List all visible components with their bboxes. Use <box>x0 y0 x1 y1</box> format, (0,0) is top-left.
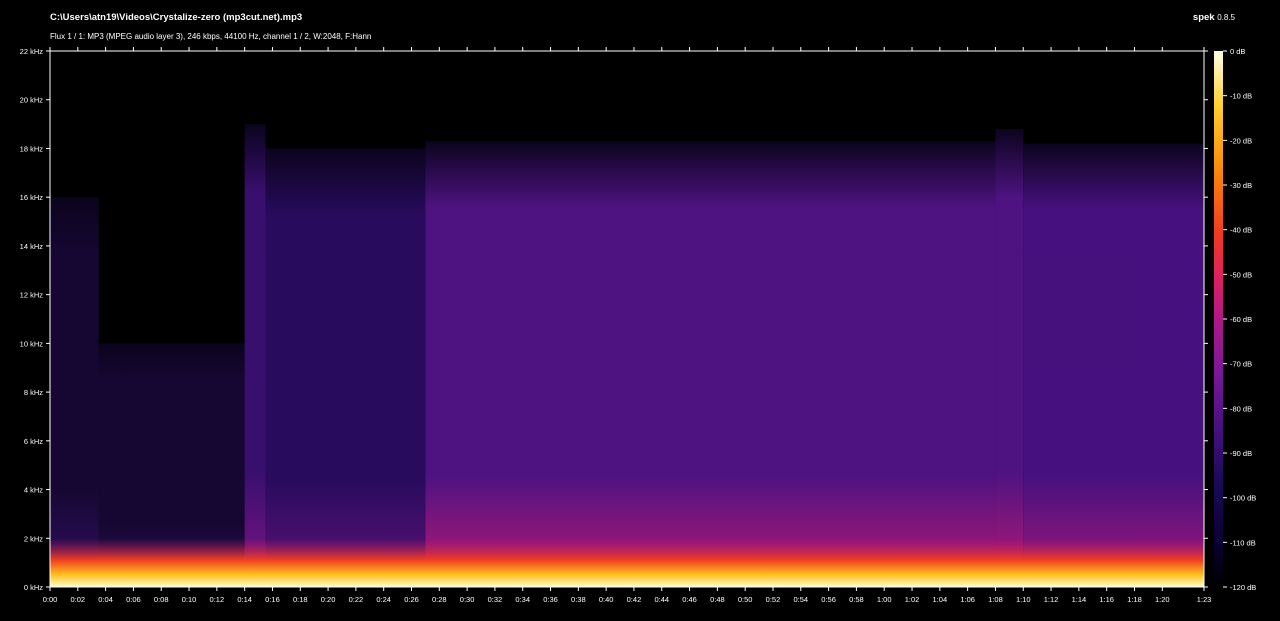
colorbar-tick-label: -10 dB <box>1230 92 1252 101</box>
x-tick-label: 0:50 <box>738 595 753 604</box>
x-tick-label: 0:36 <box>543 595 558 604</box>
y-tick-label: 2 kHz <box>24 534 43 543</box>
x-tick-label: 0:54 <box>793 595 808 604</box>
x-tick-label: 0:30 <box>460 595 475 604</box>
x-tick-label: 0:20 <box>321 595 336 604</box>
spectral-region <box>995 128 1024 588</box>
x-tick-label: 1:02 <box>905 595 920 604</box>
y-tick-label: 8 kHz <box>24 388 43 397</box>
colorbar-tick-label: -20 dB <box>1230 136 1252 145</box>
x-tick-label: 0:26 <box>404 595 419 604</box>
spectral-region <box>425 141 996 588</box>
colorbar-tick-label: -40 dB <box>1230 226 1252 235</box>
x-tick-label: 0:02 <box>71 595 86 604</box>
colorbar-tick-label: 0 dB <box>1230 47 1245 56</box>
x-tick-label: 0:06 <box>126 595 141 604</box>
x-tick-label: 0:34 <box>515 595 530 604</box>
y-tick-label: 6 kHz <box>24 437 43 446</box>
spectral-region <box>244 124 266 587</box>
y-tick-label: 18 kHz <box>20 144 44 153</box>
x-tick-label: 1:18 <box>1127 595 1142 604</box>
y-tick-label: 10 kHz <box>20 339 44 348</box>
x-tick-label: 1:10 <box>1016 595 1031 604</box>
y-tick-label: 16 kHz <box>20 193 44 202</box>
x-tick-label: 0:58 <box>849 595 864 604</box>
y-tick-label: 4 kHz <box>24 486 43 495</box>
x-tick-label: 0:32 <box>488 595 503 604</box>
x-tick-label: 0:00 <box>43 595 58 604</box>
y-tick-label: 22 kHz <box>20 47 44 56</box>
x-tick-label: 0:18 <box>293 595 308 604</box>
spectral-region <box>1023 143 1204 587</box>
colorbar-tick-label: -120 dB <box>1230 583 1256 592</box>
x-tick-label: 1:12 <box>1044 595 1059 604</box>
x-tick-label: 0:04 <box>98 595 113 604</box>
x-tick-label: 1:06 <box>960 595 975 604</box>
colorbar-tick-label: -110 dB <box>1230 538 1256 547</box>
y-tick-label: 20 kHz <box>20 96 44 105</box>
dominant-band <box>50 538 1204 587</box>
x-tick-label: 1:16 <box>1099 595 1114 604</box>
x-tick-label: 0:46 <box>682 595 697 604</box>
x-tick-label: 0:52 <box>766 595 781 604</box>
x-tick-label: 1:00 <box>877 595 892 604</box>
x-tick-label: 0:12 <box>210 595 225 604</box>
colorbar-gradient <box>1214 51 1223 587</box>
x-tick-label: 0:48 <box>710 595 725 604</box>
x-tick-label: 1:04 <box>933 595 948 604</box>
x-tick-label: 0:08 <box>154 595 169 604</box>
y-tick-label: 12 kHz <box>20 291 44 300</box>
y-tick-label: 0 kHz <box>24 583 43 592</box>
colorbar-tick-label: -90 dB <box>1230 449 1252 458</box>
x-tick-label: 0:22 <box>349 595 364 604</box>
spectral-region <box>50 197 99 587</box>
colorbar-tick-label: -100 dB <box>1230 494 1256 503</box>
y-tick-label: 14 kHz <box>20 242 44 251</box>
x-tick-label: 0:56 <box>821 595 836 604</box>
spectrogram-plot-area <box>50 124 1204 588</box>
colorbar: 0 dB -10 dB -20 dB -30 dB -40 dB -50 dB -60 dB… <box>1214 47 1256 592</box>
colorbar-tick-label: -60 dB <box>1230 315 1252 324</box>
x-tick-label: 0:16 <box>265 595 280 604</box>
x-tick-label: 1:20 <box>1155 595 1170 604</box>
x-tick-label: 0:44 <box>654 595 669 604</box>
colorbar-tick-label: -30 dB <box>1230 181 1252 190</box>
x-tick-label: 1:08 <box>988 595 1003 604</box>
x-tick-label: 1:23 <box>1197 595 1212 604</box>
x-tick-label: 0:40 <box>599 595 614 604</box>
x-tick-label: 0:28 <box>432 595 447 604</box>
x-tick-label: 1:14 <box>1072 595 1087 604</box>
x-tick-label: 0:10 <box>182 595 197 604</box>
spectrogram-chart: 0 kHz 2 kHz 4 kHz 6 kHz 8 kHz 10 kHz 12 kHz 14 … <box>20 47 1256 604</box>
colorbar-tick-label: -70 dB <box>1230 360 1252 369</box>
spectral-region <box>265 148 426 588</box>
colorbar-tick-label: -50 dB <box>1230 270 1252 279</box>
x-tick-label: 0:42 <box>627 595 642 604</box>
x-tick-label: 0:24 <box>376 595 391 604</box>
x-tick-label: 0:14 <box>237 595 252 604</box>
x-tick-label: 0:38 <box>571 595 586 604</box>
colorbar-tick-label: -80 dB <box>1230 404 1252 413</box>
